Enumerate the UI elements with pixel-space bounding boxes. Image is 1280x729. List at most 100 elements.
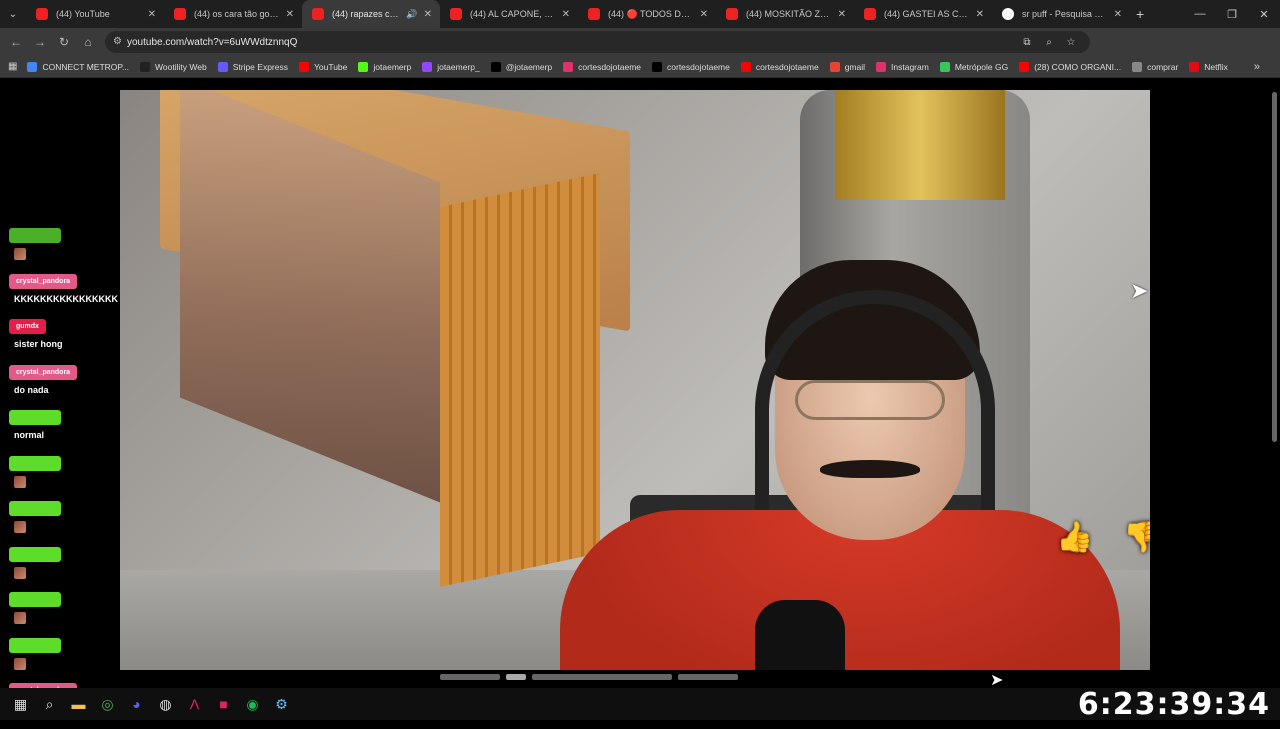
youtube-icon (588, 8, 600, 20)
speaker-icon[interactable]: 🔊 (406, 9, 417, 20)
close-tab-icon[interactable]: ✕ (424, 9, 432, 20)
tab-title: (44) 🔴 TODOS DEVEM R (608, 8, 694, 19)
bookmark-label: comprar (1147, 61, 1179, 72)
star-icon[interactable]: ☆ (1060, 37, 1082, 48)
bookmark-item[interactable]: YouTube (298, 61, 348, 72)
tab-4[interactable]: (44) 🔴 TODOS DEVEM R ✕ (578, 0, 716, 28)
install-app-icon[interactable]: ⧉ (1016, 37, 1038, 48)
roblox-icon[interactable]: ■ (209, 688, 238, 720)
tab-5[interactable]: (44) MOSKITÃO ZARALHA ✕ (716, 0, 854, 28)
close-tab-icon[interactable]: ✕ (700, 9, 708, 20)
tab-7[interactable]: sr puff - Pesquisa Google ✕ (992, 0, 1130, 28)
bookmark-label: @jotaemerp (505, 61, 553, 72)
minimize-button[interactable]: — (1184, 8, 1216, 20)
bookmark-favicon-icon (1189, 61, 1200, 72)
video-player[interactable]: 👍 👎 ➤ (120, 90, 1150, 670)
tab-1[interactable]: (44) os cara tão goonano ✕ (164, 0, 302, 28)
youtube-icon (450, 8, 462, 20)
tab-search-icon[interactable]: ⌄ (0, 9, 26, 20)
bookmark-favicon-icon (217, 61, 228, 72)
spotify-icon[interactable]: ◉ (238, 688, 267, 720)
discord-icon[interactable]: ◕ (122, 688, 151, 720)
close-tab-icon[interactable]: ✕ (976, 9, 984, 20)
bookmark-item[interactable]: Wootility Web (140, 61, 207, 72)
more-bookmarks-icon[interactable]: » (1254, 61, 1260, 73)
bookmark-item[interactable]: CONNECT METROP... (27, 61, 130, 72)
new-tab-button[interactable]: + (1136, 6, 1144, 22)
dislike-icon[interactable]: 👎 (1123, 520, 1150, 555)
chat-message (0, 455, 118, 502)
youtube-icon (174, 8, 186, 20)
close-tab-icon[interactable]: ✕ (148, 9, 156, 20)
bookmark-item[interactable]: Netflix (1189, 61, 1228, 72)
chat-text: KKKKKKKKKKKKKKKK (14, 293, 118, 304)
close-tab-icon[interactable]: ✕ (562, 9, 570, 20)
chrome-icon[interactable]: ◎ (93, 688, 122, 720)
close-window-button[interactable]: ✕ (1248, 8, 1280, 21)
steam-icon[interactable]: ⚙ (267, 688, 296, 720)
tab-3[interactable]: (44) AL CAPONE, O SCARI ✕ (440, 0, 578, 28)
restore-button[interactable]: ❐ (1216, 8, 1248, 21)
bookmark-label: cortesdojotaeme (667, 61, 730, 72)
toolbar: ← → ↻ ⌂ ⚙ youtube.com/watch?v=6uWWdtznnq… (0, 28, 1280, 77)
bookmark-item[interactable]: gmail (829, 61, 865, 72)
youtube-icon (864, 8, 876, 20)
bookmark-item[interactable]: (28) COMO ORGANI... (1019, 61, 1121, 72)
tab-title: sr puff - Pesquisa Google (1022, 9, 1108, 19)
google-icon (1002, 8, 1014, 20)
chat-emote-icon (14, 248, 26, 260)
bookmark-favicon-icon (829, 61, 840, 72)
chat-emote-icon (14, 475, 26, 488)
bookmark-item[interactable]: cortesdojotaeme (740, 61, 819, 72)
bookmark-label: Wootility Web (155, 61, 207, 72)
start-icon[interactable]: ▦ (6, 688, 35, 720)
bookmark-item[interactable]: cortesdojotaeme (652, 61, 730, 72)
close-tab-icon[interactable]: ✕ (838, 9, 846, 20)
streamer-webcam (560, 260, 1120, 670)
like-icon[interactable]: 👍 (1056, 520, 1093, 555)
url-text[interactable]: youtube.com/watch?v=6uWWdtznnqQ (127, 37, 297, 48)
bookmark-item[interactable]: Stripe Express (217, 61, 288, 72)
bookmark-label: cortesdojotaeme (578, 61, 642, 72)
obs-icon[interactable]: ◍ (151, 688, 180, 720)
apps-grid-icon[interactable]: ▦ (8, 61, 17, 72)
bookmark-favicon-icon (563, 61, 574, 72)
forward-icon[interactable]: → (28, 35, 52, 49)
site-info-icon[interactable]: ⚙ (113, 36, 122, 47)
bookmark-item[interactable]: comprar (1132, 61, 1179, 72)
scrollbar[interactable] (1272, 92, 1277, 442)
adobe-icon[interactable]: Λ (180, 688, 209, 720)
bookmark-item[interactable]: cortesdojotaeme (563, 61, 642, 72)
bookmark-item[interactable]: Metrópole GG (939, 61, 1008, 72)
bookmark-item[interactable]: jotaemerp (358, 61, 412, 72)
tab-6[interactable]: (44) GASTEI AS COINS DO ✕ (854, 0, 992, 28)
close-tab-icon[interactable]: ✕ (286, 9, 294, 20)
bookmark-label: YouTube (313, 61, 348, 72)
search-icon[interactable]: ⌕ (35, 688, 64, 720)
zoom-icon[interactable]: ⌕ (1038, 37, 1060, 48)
preview-bar (506, 674, 526, 680)
taskbar-apps: ▦ ⌕ ▬ ◎ ◕ ◍ Λ ■ ◉ ⚙ (0, 688, 296, 720)
chat-message: normal (0, 410, 118, 456)
explorer-icon[interactable]: ▬ (64, 688, 93, 720)
address-bar[interactable]: ⚙ youtube.com/watch?v=6uWWdtznnqQ ⧉ ⌕ ☆ (105, 31, 1090, 53)
tab-title: (44) GASTEI AS COINS DO (884, 9, 970, 19)
bookmark-label: CONNECT METROP... (42, 61, 130, 72)
tab-title: (44) MOSKITÃO ZARALHA (746, 9, 832, 19)
chat-username (9, 410, 61, 425)
bookmark-label: jotaemerp (373, 61, 412, 72)
close-tab-icon[interactable]: ✕ (1114, 9, 1122, 20)
bookmark-item[interactable]: Instagram (876, 61, 929, 72)
back-icon[interactable]: ← (4, 35, 28, 49)
tab-2[interactable]: (44) rapazes chineses 🔊 ✕ (302, 0, 440, 28)
preview-bar (440, 674, 500, 680)
url-actions: ⧉ ⌕ ☆ (1016, 31, 1082, 53)
home-icon[interactable]: ⌂ (76, 35, 100, 49)
bookmark-label: Netflix (1204, 61, 1228, 72)
bookmark-favicon-icon (740, 61, 751, 72)
tab-0[interactable]: (44) YouTube ✕ (26, 0, 164, 28)
bookmark-item[interactable]: @jotaemerp (490, 61, 553, 72)
bookmark-item[interactable]: jotaemerp_ (422, 61, 480, 72)
reload-icon[interactable]: ↻ (52, 35, 76, 49)
chat-message (0, 592, 118, 638)
